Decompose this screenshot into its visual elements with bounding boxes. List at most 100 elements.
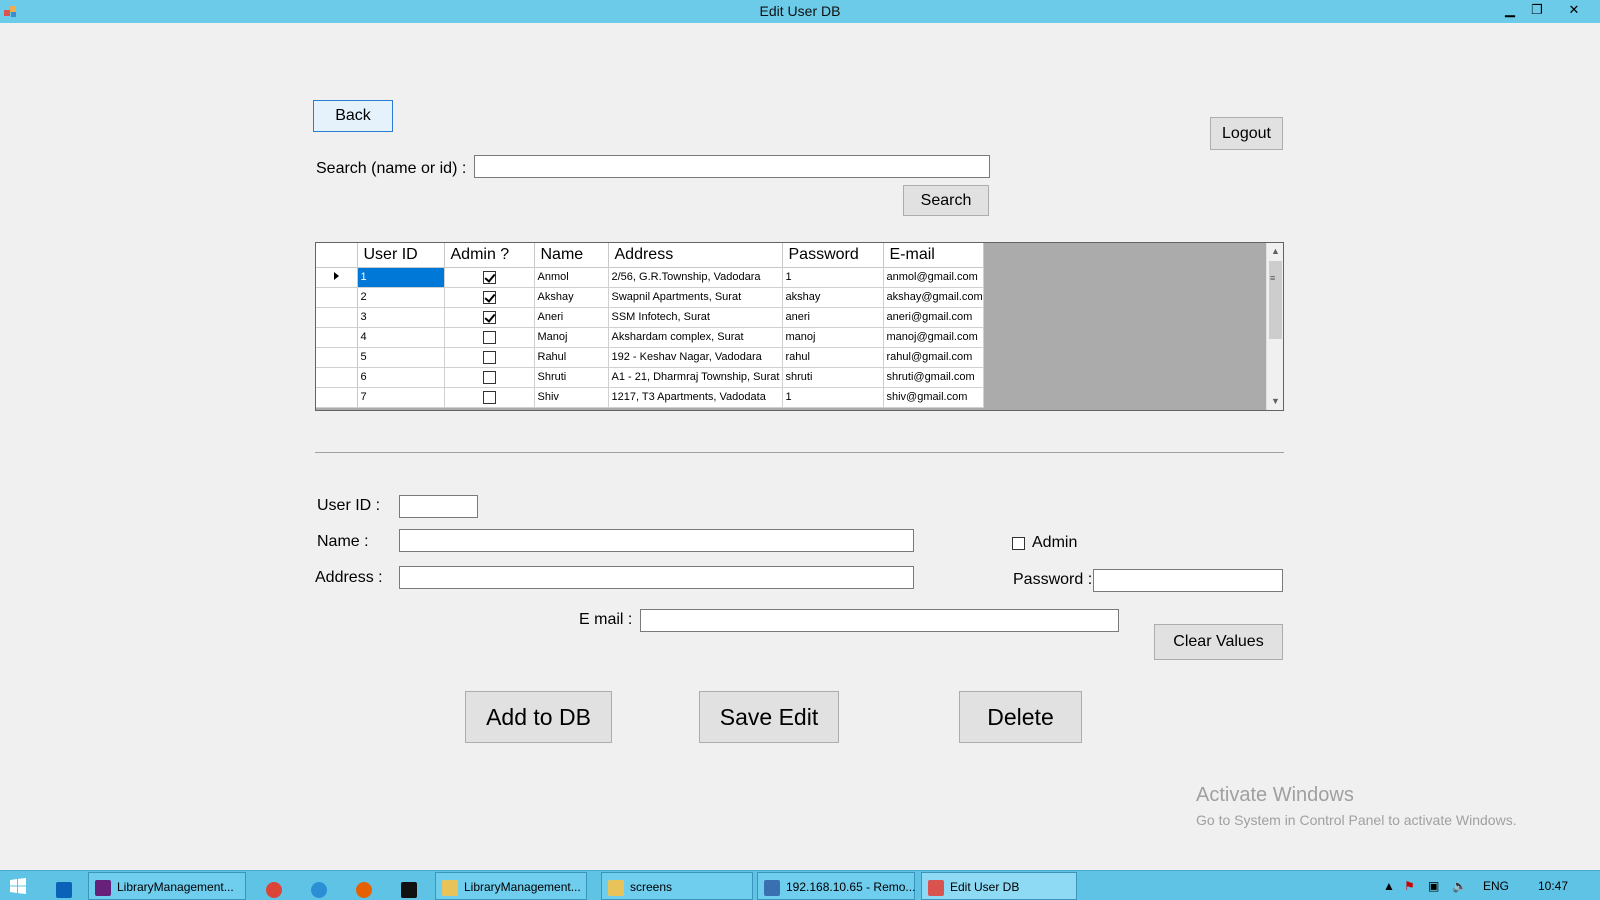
row-header[interactable]	[316, 367, 358, 388]
volume-icon[interactable]: 🔈	[1452, 871, 1467, 900]
start-button[interactable]	[10, 872, 36, 900]
save-edit-button[interactable]: Save Edit	[699, 691, 839, 743]
cell-user-id[interactable]: 4	[357, 327, 445, 348]
table-row[interactable]: 4 Manoj Akshardam complex, Surat manoj manoj…	[316, 327, 984, 348]
grid-vertical-scrollbar[interactable]: ▲ ≡ ▼	[1266, 243, 1283, 410]
admin-checkbox[interactable]	[1012, 537, 1025, 550]
firefox-taskbar-icon[interactable]	[352, 872, 378, 900]
cell-admin[interactable]	[444, 307, 535, 328]
close-button[interactable]: ✕	[1552, 0, 1596, 20]
taskbar-item-visual-studio[interactable]: LibraryManagement...	[88, 872, 246, 900]
scroll-up-icon[interactable]: ▲	[1267, 243, 1283, 260]
cell-password[interactable]: 1	[782, 387, 884, 408]
admin-label[interactable]: Admin	[1032, 534, 1077, 552]
add-to-db-button[interactable]: Add to DB	[465, 691, 612, 743]
cell-user-id[interactable]: 1	[357, 267, 445, 288]
logout-button[interactable]: Logout	[1210, 117, 1283, 150]
users-grid[interactable]: User ID Admin ? Name Address Password E-…	[315, 242, 1284, 411]
cell-email[interactable]: shiv@gmail.com	[883, 387, 984, 408]
clock[interactable]: 10:47	[1538, 871, 1568, 900]
search-button[interactable]: Search	[903, 185, 989, 216]
table-row[interactable]: 5 Rahul 192 - Keshav Nagar, Vadodara rahul r…	[316, 347, 984, 368]
column-header-address[interactable]: Address	[608, 243, 783, 268]
cell-address[interactable]: 1217, T3 Apartments, Vadodata	[608, 387, 783, 408]
cell-password[interactable]: aneri	[782, 307, 884, 328]
address-field[interactable]	[399, 566, 914, 589]
admin-checkbox-cell[interactable]	[482, 350, 496, 364]
admin-checkbox-cell[interactable]	[482, 330, 496, 344]
chrome-taskbar-icon[interactable]	[262, 872, 288, 900]
cell-name[interactable]: Anmol	[534, 267, 609, 288]
table-row[interactable]: 6 Shruti A1 - 21, Dharmraj Township, Surat…	[316, 367, 984, 388]
user-id-field[interactable]	[399, 495, 478, 518]
back-button[interactable]: Back	[313, 100, 393, 132]
cell-admin[interactable]	[444, 287, 535, 308]
row-header[interactable]	[316, 307, 358, 328]
email-field[interactable]	[640, 609, 1119, 632]
cell-password[interactable]: akshay	[782, 287, 884, 308]
row-header[interactable]	[316, 327, 358, 348]
cell-address[interactable]: Swapnil Apartments, Surat	[608, 287, 783, 308]
cell-user-id[interactable]: 2	[357, 287, 445, 308]
cell-name[interactable]: Rahul	[534, 347, 609, 368]
cell-user-id[interactable]: 6	[357, 367, 445, 388]
cell-admin[interactable]	[444, 327, 535, 348]
admin-checkbox-cell[interactable]	[482, 390, 496, 404]
table-row[interactable]: 2 Akshay Swapnil Apartments, Surat akshay ak…	[316, 287, 984, 308]
row-header[interactable]	[316, 387, 358, 408]
cell-user-id[interactable]: 5	[357, 347, 445, 368]
admin-checkbox-cell[interactable]	[482, 290, 496, 304]
column-header-name[interactable]: Name	[534, 243, 609, 268]
cell-email[interactable]: aneri@gmail.com	[883, 307, 984, 328]
cell-address[interactable]: SSM Infotech, Surat	[608, 307, 783, 328]
column-header-email[interactable]: E-mail	[883, 243, 984, 268]
cell-name[interactable]: Shiv	[534, 387, 609, 408]
table-row[interactable]: 7 Shiv 1217, T3 Apartments, Vadodata 1 shiv@…	[316, 387, 984, 408]
minimize-button[interactable]: ▁	[1497, 0, 1523, 20]
cell-password[interactable]: rahul	[782, 347, 884, 368]
admin-checkbox-cell[interactable]	[482, 270, 496, 284]
row-header[interactable]	[316, 287, 358, 308]
cell-address[interactable]: Akshardam complex, Surat	[608, 327, 783, 348]
cell-user-id[interactable]: 3	[357, 307, 445, 328]
cell-address[interactable]: A1 - 21, Dharmraj Township, Surat	[608, 367, 783, 388]
cell-email[interactable]: shruti@gmail.com	[883, 367, 984, 388]
cell-name[interactable]: Manoj	[534, 327, 609, 348]
column-header-password[interactable]: Password	[782, 243, 884, 268]
row-header[interactable]	[316, 267, 358, 288]
column-header-admin[interactable]: Admin ?	[444, 243, 535, 268]
cell-admin[interactable]	[444, 347, 535, 368]
clear-values-button[interactable]: Clear Values	[1154, 624, 1283, 660]
cmd-taskbar-icon[interactable]	[397, 872, 423, 900]
taskbar-item-library-folder[interactable]: LibraryManagement...	[435, 872, 587, 900]
column-header-user-id[interactable]: User ID	[357, 243, 445, 268]
admin-checkbox-cell[interactable]	[482, 310, 496, 324]
cell-name[interactable]: Aneri	[534, 307, 609, 328]
maximize-button[interactable]: ❐	[1524, 0, 1550, 20]
cell-admin[interactable]	[444, 267, 535, 288]
cell-name[interactable]: Shruti	[534, 367, 609, 388]
cell-admin[interactable]	[444, 387, 535, 408]
cell-address[interactable]: 192 - Keshav Nagar, Vadodara	[608, 347, 783, 368]
cell-password[interactable]: manoj	[782, 327, 884, 348]
action-center-flag-icon[interactable]: ⚑	[1404, 871, 1415, 900]
cell-admin[interactable]	[444, 367, 535, 388]
outlook-taskbar-icon[interactable]	[52, 872, 78, 900]
show-hidden-icons-icon[interactable]: ▲	[1383, 871, 1395, 900]
scroll-down-icon[interactable]: ▼	[1267, 393, 1283, 410]
language-indicator[interactable]: ENG	[1483, 871, 1509, 900]
cell-password[interactable]: shruti	[782, 367, 884, 388]
cell-name[interactable]: Akshay	[534, 287, 609, 308]
cell-email[interactable]: manoj@gmail.com	[883, 327, 984, 348]
admin-checkbox-cell[interactable]	[482, 370, 496, 384]
taskbar-item-edit-user-db[interactable]: Edit User DB	[921, 872, 1077, 900]
table-row[interactable]: 1 Anmol 2/56, G.R.Township, Vadodara 1 anmol…	[316, 267, 984, 288]
ie-taskbar-icon[interactable]	[307, 872, 333, 900]
cell-password[interactable]: 1	[782, 267, 884, 288]
password-field[interactable]	[1093, 569, 1283, 592]
table-row[interactable]: 3 Aneri SSM Infotech, Surat aneri aneri@gmai…	[316, 307, 984, 328]
search-input[interactable]	[474, 155, 990, 178]
cell-user-id[interactable]: 7	[357, 387, 445, 408]
taskbar-item-screens-folder[interactable]: screens	[601, 872, 753, 900]
cell-address[interactable]: 2/56, G.R.Township, Vadodara	[608, 267, 783, 288]
